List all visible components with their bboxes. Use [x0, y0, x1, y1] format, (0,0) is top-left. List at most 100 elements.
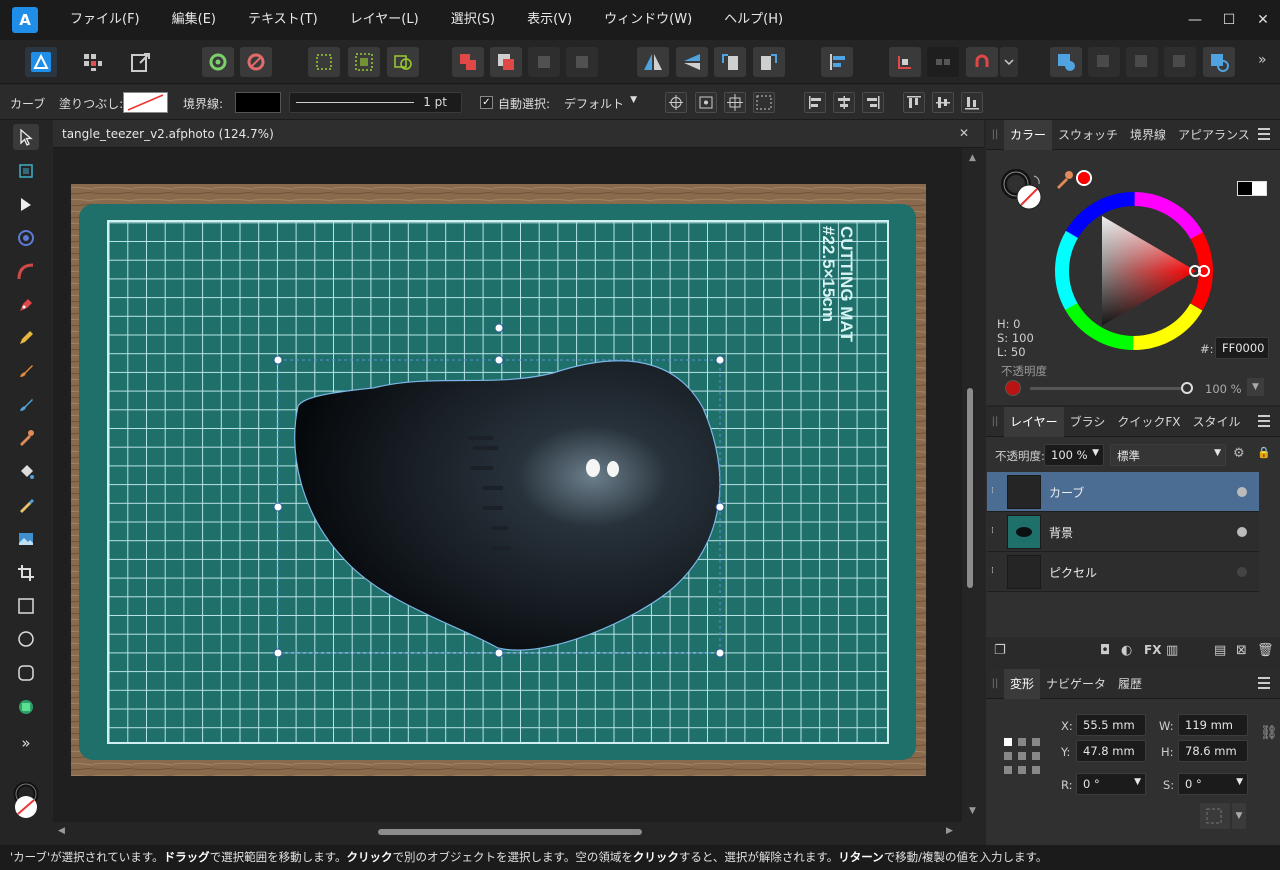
layer-row-curve[interactable]: ⁞ カーブ: [987, 472, 1259, 512]
align-top-icon[interactable]: [903, 92, 925, 113]
arrange-back-icon[interactable]: [566, 47, 598, 77]
panel-menu-icon[interactable]: [1258, 128, 1270, 140]
panel-grip-icon[interactable]: ||: [986, 416, 1004, 427]
eyedropper-icon[interactable]: [1054, 168, 1074, 190]
delete-layer-icon[interactable]: 🗑: [1257, 643, 1274, 658]
align-left-icon[interactable]: [804, 92, 826, 113]
select-all-icon[interactable]: [348, 47, 380, 77]
tab-styles[interactable]: スタイル: [1187, 407, 1247, 437]
document-title[interactable]: tangle_teezer_v2.afphoto (124.7%): [62, 127, 274, 141]
boolean-intersect-icon[interactable]: [1126, 47, 1158, 77]
layer-row-pixel[interactable]: ⁞ ピクセル: [987, 552, 1259, 592]
move-tool-icon[interactable]: [13, 124, 39, 150]
shear-input[interactable]: 0 ° ▼: [1178, 773, 1248, 795]
pen-tool-icon[interactable]: [13, 292, 39, 318]
arrange-backward-icon[interactable]: [528, 47, 560, 77]
menu-help[interactable]: ヘルプ(H): [708, 0, 799, 40]
rounded-rectangle-tool-icon[interactable]: [13, 660, 39, 686]
add-pixel-layer-icon[interactable]: ⊠: [1236, 643, 1247, 658]
crop-curve-tool-icon[interactable]: [13, 259, 39, 285]
tab-appearance[interactable]: アピアランス: [1172, 120, 1256, 150]
scroll-up-icon[interactable]: ▲: [969, 153, 976, 163]
export-persona-button[interactable]: [124, 47, 156, 77]
place-image-tool-icon[interactable]: [13, 526, 39, 552]
auto-select-checkbox[interactable]: ✓: [480, 96, 493, 109]
snapping-icon[interactable]: [889, 47, 921, 77]
adjustment-icon[interactable]: ◐: [1121, 643, 1132, 658]
blend-mode-dropdown[interactable]: 標準 ▼: [1110, 444, 1226, 466]
align-right-icon[interactable]: [862, 92, 884, 113]
layer-expand-icon[interactable]: ⁞: [991, 566, 999, 576]
align-center-icon[interactable]: [833, 92, 855, 113]
arrange-forward-icon[interactable]: [490, 47, 522, 77]
anchor-point-selector[interactable]: [1002, 736, 1042, 776]
y-input[interactable]: 47.8 mm: [1076, 740, 1146, 762]
opacity-slider-thumb[interactable]: [1181, 382, 1193, 394]
lock-icon[interactable]: 🔒: [1257, 446, 1271, 459]
bw-swatch[interactable]: [1237, 181, 1267, 196]
boolean-subtract-icon[interactable]: [1088, 47, 1120, 77]
layer-opacity-field[interactable]: 100 % ▼: [1044, 444, 1104, 466]
menu-select[interactable]: 選択(S): [435, 0, 511, 40]
tab-swatches[interactable]: スウォッチ: [1052, 120, 1124, 150]
menu-view[interactable]: 表示(V): [511, 0, 588, 40]
boolean-divide-icon[interactable]: [1203, 47, 1235, 77]
scroll-right-icon[interactable]: ▶: [946, 826, 953, 836]
horizontal-scroll-thumb[interactable]: [378, 829, 642, 835]
stroke-swatch[interactable]: [235, 92, 281, 113]
vertical-scroll-thumb[interactable]: [967, 388, 973, 588]
x-input[interactable]: 55.5 mm: [1076, 714, 1146, 736]
w-input[interactable]: 119 mm: [1178, 714, 1248, 736]
opacity-slider-track[interactable]: [1030, 387, 1186, 390]
transform-mode-icon[interactable]: [724, 92, 746, 113]
align-middle-icon[interactable]: [932, 92, 954, 113]
selection-marquee-icon[interactable]: [308, 47, 340, 77]
visibility-dot-icon[interactable]: [1237, 487, 1247, 497]
boolean-xor-icon[interactable]: [1164, 47, 1196, 77]
menu-text[interactable]: テキスト(T): [232, 0, 334, 40]
menu-layer[interactable]: レイヤー(L): [334, 0, 435, 40]
flip-vertical-icon[interactable]: [676, 47, 708, 77]
maximize-button[interactable]: ☐: [1212, 0, 1246, 40]
scroll-down-icon[interactable]: ▼: [969, 806, 976, 816]
layer-expand-icon[interactable]: ⁞: [991, 486, 999, 496]
tab-colour[interactable]: カラー: [1004, 119, 1053, 150]
flip-horizontal-icon[interactable]: [637, 47, 669, 77]
fill-tool-icon[interactable]: [13, 459, 39, 485]
ellipse-tool-icon[interactable]: [13, 626, 39, 652]
fill-swatch[interactable]: [123, 92, 168, 113]
tab-brushes[interactable]: ブラシ: [1064, 407, 1112, 437]
photo-persona-button[interactable]: [25, 47, 57, 77]
snapping-options-icon[interactable]: [927, 47, 959, 77]
scroll-left-icon[interactable]: ◀: [58, 826, 65, 836]
colour-wheel[interactable]: [1053, 190, 1215, 352]
rotation-input[interactable]: 0 ° ▼: [1076, 773, 1146, 795]
h-input[interactable]: 78.6 mm: [1178, 740, 1248, 762]
liquify-persona-button[interactable]: [76, 47, 108, 77]
align-bottom-icon[interactable]: [961, 92, 983, 113]
transform-options-button[interactable]: [1200, 803, 1230, 829]
frame-text-tool-icon[interactable]: [13, 694, 39, 720]
pencil-tool-icon[interactable]: [13, 325, 39, 351]
rectangle-tool-icon[interactable]: [13, 593, 39, 619]
boolean-add-icon[interactable]: [1050, 47, 1082, 77]
tab-transform[interactable]: 変形: [1004, 668, 1041, 699]
layer-expand-icon[interactable]: ⁞: [991, 526, 999, 536]
tab-history[interactable]: 履歴: [1112, 669, 1148, 699]
settings-gear-icon[interactable]: [202, 47, 234, 77]
close-window-button[interactable]: ✕: [1246, 0, 1280, 40]
lock-aspect-icon[interactable]: ⛓: [1260, 725, 1278, 741]
colour-well[interactable]: [11, 781, 41, 822]
panel-grip-icon[interactable]: ||: [986, 678, 1004, 689]
show-bbox-icon[interactable]: [695, 92, 717, 113]
hex-input[interactable]: FF0000: [1215, 337, 1269, 359]
alignment-grid-icon[interactable]: [753, 92, 775, 113]
horizontal-scrollbar[interactable]: ◀ ▶: [53, 822, 962, 842]
view-tool-icon[interactable]: [13, 225, 39, 251]
tab-quickfx[interactable]: クイックFX: [1111, 407, 1186, 437]
colour-picker-tool-icon[interactable]: [13, 425, 39, 451]
node-tool-icon[interactable]: [13, 192, 39, 218]
mask-icon[interactable]: ◘: [1100, 643, 1110, 658]
align-icon[interactable]: [821, 47, 853, 77]
layer-settings-gear-icon[interactable]: ⚙: [1233, 446, 1245, 461]
